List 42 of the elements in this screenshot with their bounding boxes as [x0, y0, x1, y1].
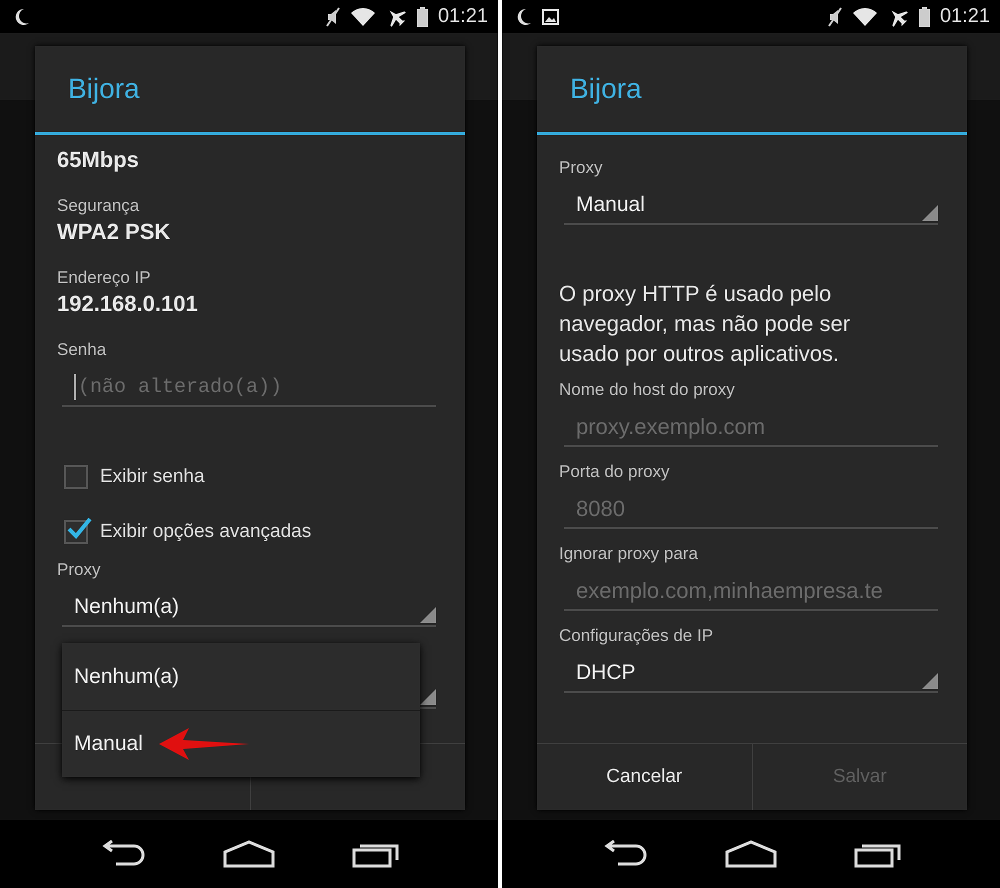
menu-item[interactable]: Manual [62, 710, 420, 777]
wifi-icon [350, 8, 375, 26]
clock-time: 01:21 [940, 5, 990, 28]
field-value: WPA2 PSK [57, 218, 170, 246]
dropdown-field[interactable]: Manual [564, 187, 938, 225]
field-value: 192.168.0.101 [57, 290, 198, 318]
dropdown-arrow-icon [420, 689, 436, 705]
dialog-title: Bijora [68, 73, 140, 105]
field-label: Nome do host do proxy [559, 379, 735, 401]
info-text: O proxy HTTP é usado pelo navegador, mas não pode ser usado por outros aplicativos. [559, 280, 852, 368]
text-cursor [74, 374, 76, 400]
cancel-button[interactable]: Cancelar [537, 744, 752, 810]
picture-icon [542, 8, 559, 24]
dropdown-field[interactable]: DHCP [564, 655, 938, 693]
dropdown-arrow-icon [922, 673, 938, 689]
field-label: Proxy [559, 157, 602, 179]
home-icon [222, 840, 275, 868]
checkbox[interactable] [64, 464, 88, 488]
clock-time: 01:21 [438, 5, 488, 28]
field-label: Porta do proxy [559, 461, 670, 483]
wifi-icon [852, 8, 877, 26]
menu-item[interactable]: Nenhum(a) [62, 643, 420, 710]
dropdown-arrow-icon [922, 205, 938, 221]
moon-icon [14, 8, 30, 26]
moon-icon [516, 8, 532, 26]
field-label: Ignorar proxy para [559, 543, 698, 565]
home-icon [724, 840, 777, 868]
field-label: Segurança [57, 195, 140, 217]
battery-icon [416, 6, 428, 26]
field-value: 65Mbps [57, 146, 139, 174]
dropdown-arrow-icon [420, 607, 436, 623]
field-label: Endereço IP [57, 267, 151, 289]
field-label: Configurações de IP [559, 625, 714, 647]
checkbox-label: Exibir opções avançadas [100, 520, 312, 542]
mute-icon [826, 6, 843, 26]
field-label: Proxy [57, 559, 100, 581]
checkbox-label: Exibir senha [100, 466, 205, 488]
field-label: Senha [57, 339, 106, 361]
dialog-title: Bijora [570, 73, 642, 105]
mute-icon [324, 6, 341, 26]
dropdown-field[interactable]: Nenhum(a) [62, 589, 436, 627]
battery-icon [918, 6, 930, 26]
